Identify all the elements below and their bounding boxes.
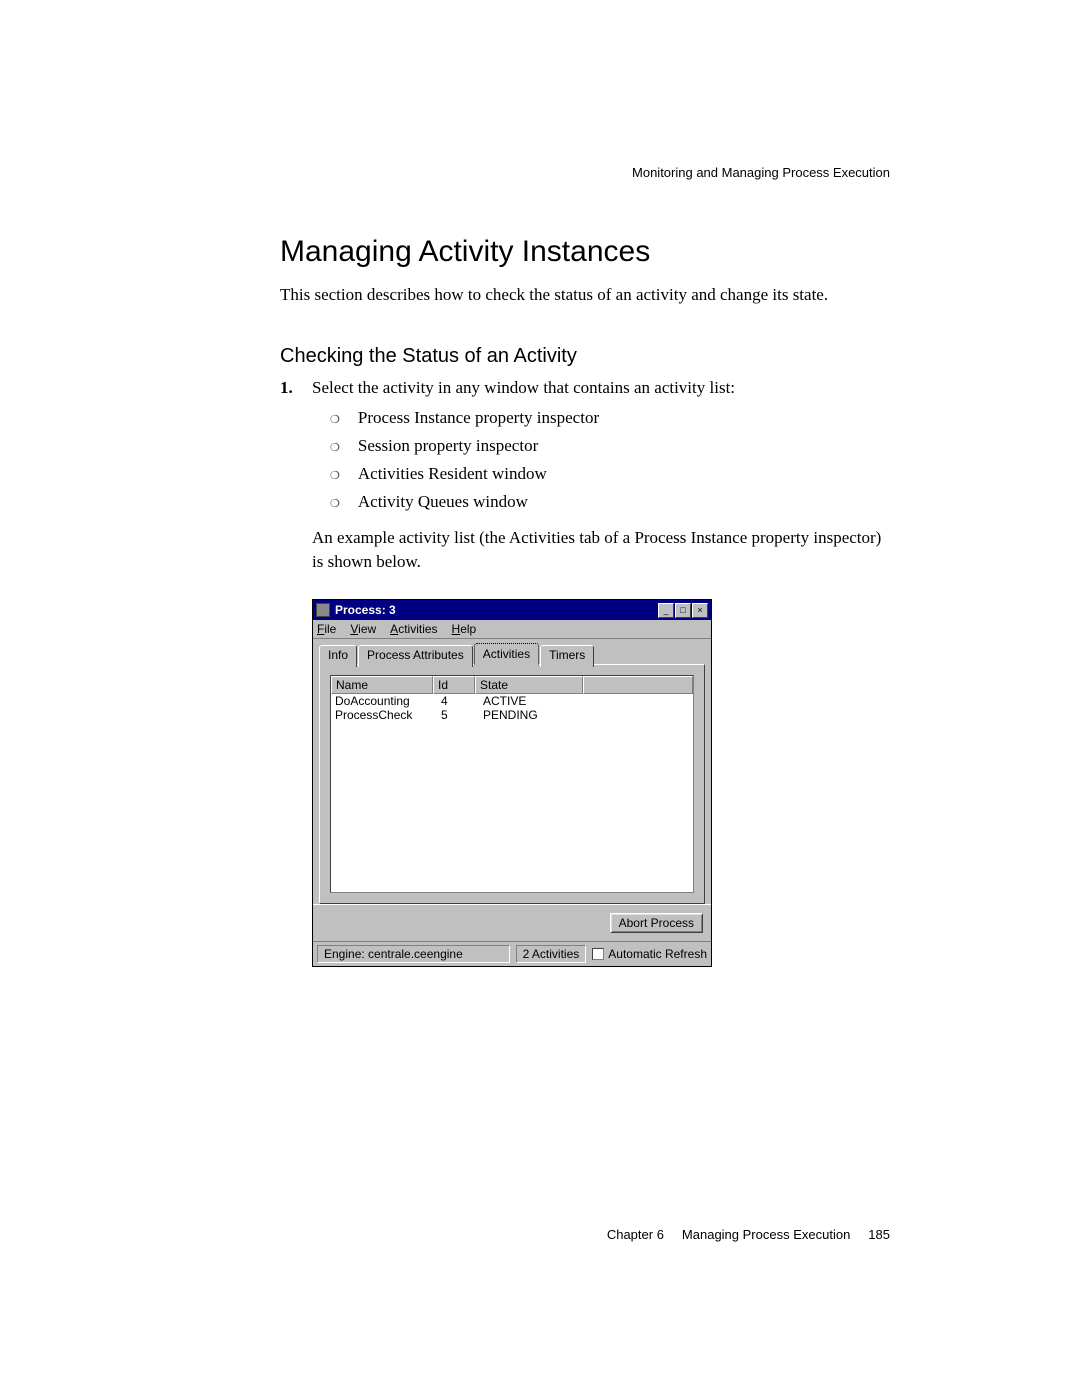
bullet-icon: ❍ <box>330 413 340 426</box>
tabs: Info Process Attributes Activities Timer… <box>319 643 705 665</box>
window-icon <box>316 603 330 617</box>
table-row[interactable]: DoAccounting 4 ACTIVE <box>331 694 693 708</box>
sub-item: ❍ Activity Queues window <box>330 492 890 512</box>
footer-title: Managing Process Execution <box>682 1227 850 1242</box>
sub-item: ❍ Process Instance property inspector <box>330 408 890 428</box>
col-id[interactable]: Id <box>433 676 475 694</box>
tab-process-attributes[interactable]: Process Attributes <box>358 645 473 667</box>
minimize-icon[interactable]: _ <box>658 603 674 618</box>
maximize-icon[interactable]: □ <box>675 603 691 618</box>
sub-item-text: Session property inspector <box>358 436 538 456</box>
sub-item: ❍ Session property inspector <box>330 436 890 456</box>
cell-state: ACTIVE <box>479 694 587 708</box>
titlebar[interactable]: Process: 3 _ □ × <box>313 600 711 620</box>
window-title: Process: 3 <box>335 603 657 617</box>
cell-id: 4 <box>437 694 479 708</box>
heading-1: Managing Activity Instances <box>280 235 890 269</box>
cell-id: 5 <box>437 708 479 722</box>
menubar: File View Activities Help <box>313 620 711 639</box>
status-engine: Engine: centrale.ceengine <box>317 945 510 963</box>
step-number: 1. <box>280 378 300 398</box>
activity-grid[interactable]: Name Id State DoAccounting 4 ACTIVE <box>330 675 694 893</box>
checkbox-icon[interactable] <box>592 948 604 960</box>
sub-item: ❍ Activities Resident window <box>330 464 890 484</box>
tab-activities[interactable]: Activities <box>474 643 539 665</box>
button-row: Abort Process <box>313 904 711 942</box>
sub-item-text: Process Instance property inspector <box>358 408 599 428</box>
step-1: 1. Select the activity in any window tha… <box>280 378 890 398</box>
running-head: Monitoring and Managing Process Executio… <box>280 165 890 180</box>
intro-paragraph: This section describes how to check the … <box>280 283 890 307</box>
menu-view[interactable]: View <box>350 622 376 636</box>
sub-item-text: Activity Queues window <box>358 492 528 512</box>
after-list-paragraph: An example activity list (the Activities… <box>312 526 890 574</box>
menu-activities[interactable]: Activities <box>390 622 437 636</box>
col-name[interactable]: Name <box>331 676 433 694</box>
cell-name: ProcessCheck <box>335 708 437 722</box>
tab-panel: Name Id State DoAccounting 4 ACTIVE <box>319 664 705 904</box>
bullet-icon: ❍ <box>330 497 340 510</box>
heading-2: Checking the Status of an Activity <box>280 345 890 368</box>
bullet-icon: ❍ <box>330 441 340 454</box>
close-icon[interactable]: × <box>692 603 708 618</box>
footer-chapter: Chapter 6 <box>607 1227 664 1242</box>
step-text: Select the activity in any window that c… <box>312 378 735 398</box>
process-window: Process: 3 _ □ × File View Activities He… <box>312 599 712 967</box>
sub-item-text: Activities Resident window <box>358 464 547 484</box>
statusbar: Engine: centrale.ceengine 2 Activities A… <box>313 942 711 966</box>
cell-name: DoAccounting <box>335 694 437 708</box>
grid-header: Name Id State <box>331 676 693 694</box>
bullet-icon: ❍ <box>330 469 340 482</box>
status-count: 2 Activities <box>516 945 587 963</box>
menu-help[interactable]: Help <box>452 622 477 636</box>
menu-file[interactable]: File <box>317 622 336 636</box>
col-state[interactable]: State <box>475 676 583 694</box>
col-spacer <box>583 676 693 694</box>
abort-process-button[interactable]: Abort Process <box>610 913 703 933</box>
automatic-refresh-checkbox[interactable]: Automatic Refresh <box>592 947 707 961</box>
tab-timers[interactable]: Timers <box>540 645 594 667</box>
table-row[interactable]: ProcessCheck 5 PENDING <box>331 708 693 722</box>
page-footer: Chapter 6 Managing Process Execution 185 <box>607 1227 890 1242</box>
automatic-refresh-label: Automatic Refresh <box>608 947 707 961</box>
footer-page: 185 <box>868 1227 890 1242</box>
cell-state: PENDING <box>479 708 587 722</box>
sub-list: ❍ Process Instance property inspector ❍ … <box>330 408 890 512</box>
tab-info[interactable]: Info <box>319 645 357 667</box>
